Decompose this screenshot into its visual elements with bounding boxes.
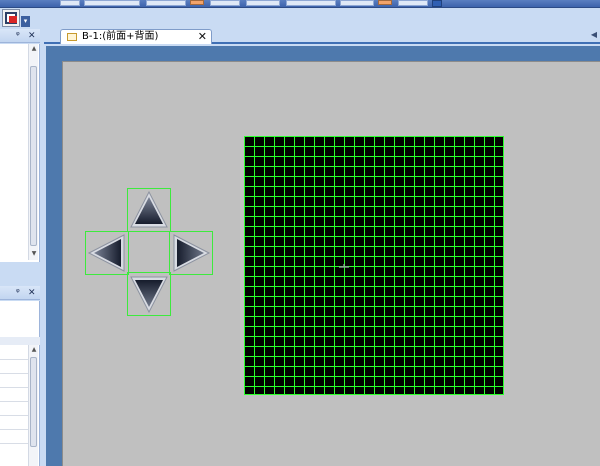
color-swatch[interactable] [190, 0, 204, 5]
toolbar-field[interactable] [146, 0, 186, 6]
scroll-up-icon[interactable]: ▲ [29, 44, 39, 53]
toolbar-field[interactable] [398, 0, 428, 6]
led-matrix-grid[interactable] [244, 136, 504, 395]
toolbar-field[interactable] [340, 0, 374, 6]
cursor-icon [339, 264, 349, 268]
color-swatch[interactable] [378, 0, 392, 5]
arrow-up-icon [130, 190, 168, 228]
toolbar-field[interactable] [84, 0, 140, 6]
close-icon[interactable]: ✕ [198, 30, 207, 43]
toolbar-overflow-button[interactable]: ▾ [21, 16, 30, 27]
toolbar-field[interactable] [286, 0, 336, 6]
left-panel-2-body: ▲ [0, 301, 40, 466]
document-icon [67, 33, 77, 41]
document-tab-strip: B-1:(前面+背面) ✕ ◀ [44, 28, 600, 44]
arrow-left-icon [87, 234, 125, 272]
close-icon[interactable]: ✕ [28, 30, 36, 42]
scroll-thumb[interactable] [30, 66, 37, 246]
arrow-right-icon [173, 234, 211, 272]
tab-label: B-1:(前面+背面) [82, 31, 159, 42]
direction-left-button[interactable] [85, 231, 129, 275]
scroll-up-icon[interactable]: ▲ [29, 345, 39, 354]
arrow-down-icon [130, 276, 168, 314]
tab-document-b1[interactable]: B-1:(前面+背面) ✕ [60, 29, 212, 44]
direction-down-button[interactable] [127, 272, 171, 316]
left-panel-1-header: ᵠ ✕ [0, 29, 40, 43]
left-panel-1-body: ▲ ▼ [0, 44, 40, 262]
toolbar-field[interactable] [246, 0, 280, 6]
close-icon[interactable]: ✕ [28, 287, 36, 299]
scroll-down-icon[interactable]: ▼ [29, 249, 39, 258]
paint-picture-button[interactable] [2, 9, 20, 27]
left-panel-1-scrollbar[interactable]: ▲ ▼ [28, 44, 38, 260]
toolbar-field[interactable] [210, 0, 240, 6]
scroll-thumb[interactable] [30, 357, 37, 447]
left-panel-2-header: ᵠ ✕ [0, 286, 40, 300]
chevron-left-icon[interactable]: ◀ [591, 29, 597, 41]
pin-icon[interactable]: ᵠ [16, 287, 20, 299]
left-panel-2-scrollbar[interactable]: ▲ [28, 345, 38, 466]
design-canvas[interactable] [62, 61, 600, 466]
pin-icon[interactable]: ᵠ [16, 30, 20, 42]
top-toolbar [0, 0, 600, 8]
toolbar-dropdown-button[interactable] [432, 0, 442, 7]
direction-right-button[interactable] [169, 231, 213, 275]
toolbar-field[interactable] [60, 0, 80, 6]
direction-up-button[interactable] [127, 188, 171, 232]
